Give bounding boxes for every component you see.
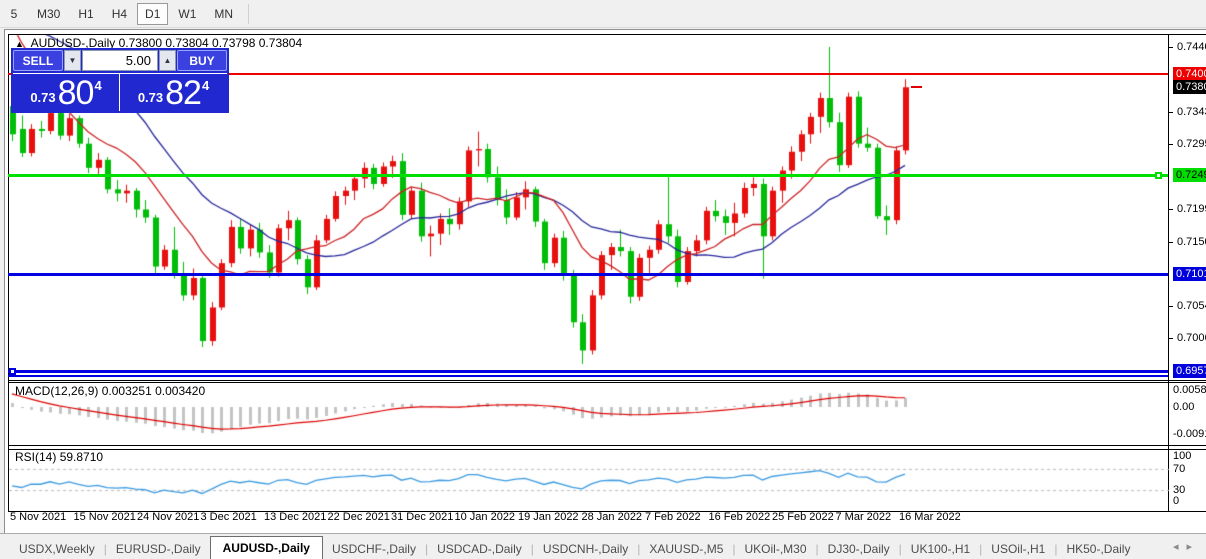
date-label: 10 Jan 2022 xyxy=(455,511,516,523)
indicator-axis-label: 0.00 xyxy=(1173,401,1194,413)
caret-down-icon: ▼ xyxy=(69,56,77,65)
price-tick-mark xyxy=(1169,144,1173,145)
rsi-name: RSI(14) xyxy=(15,450,56,464)
timeframe-button-m30[interactable]: M30 xyxy=(29,3,68,25)
price-tick-mark xyxy=(1169,112,1173,113)
date-label: 24 Nov 2021 xyxy=(137,511,199,523)
price-badge: 0.72491 xyxy=(1173,168,1206,182)
bid-prefix: 0.73 xyxy=(30,90,55,105)
date-label: 19 Jan 2022 xyxy=(518,511,579,523)
tab-scroll-arrows: ◂▸ xyxy=(1173,540,1200,553)
price-badge: 0.69574 xyxy=(1173,364,1206,378)
price-tick-mark xyxy=(1169,338,1173,339)
timeframe-button-d1[interactable]: D1 xyxy=(137,3,168,25)
price-badge: 0.73804 xyxy=(1173,80,1206,94)
timeframe-button-h1[interactable]: H1 xyxy=(70,3,101,25)
timeframe-toolbar: 5M30H1H4D1W1MN xyxy=(0,0,1206,28)
date-label: 13 Dec 2021 xyxy=(264,511,326,523)
price-tick-label: 0.74400 xyxy=(1177,41,1206,53)
chart-tab-eurusddaily[interactable]: EURUSD-,Daily xyxy=(107,539,210,559)
ask-main: 82 xyxy=(165,76,201,110)
price-tick-mark xyxy=(1169,209,1173,210)
level-line-handle[interactable] xyxy=(9,368,16,375)
chart-tab-usoilh1[interactable]: USOil-,H1 xyxy=(982,539,1054,559)
bid-sup: 4 xyxy=(94,78,101,93)
sell-button[interactable]: SELL xyxy=(13,50,63,71)
chart-tab-usdxweekly[interactable]: USDX,Weekly xyxy=(10,539,104,559)
price-tick-label: 0.71500 xyxy=(1177,236,1206,248)
tab-scroll-left-icon[interactable]: ◂ xyxy=(1173,541,1187,553)
date-label: 16 Feb 2022 xyxy=(709,511,771,523)
horizontal-level-line-2[interactable] xyxy=(8,375,1168,377)
date-label: 7 Mar 2022 xyxy=(836,511,892,523)
date-label: 31 Dec 2021 xyxy=(391,511,453,523)
timeframe-button-h4[interactable]: H4 xyxy=(104,3,135,25)
level-line-handle[interactable] xyxy=(1155,172,1162,179)
macd-values: 0.003251 0.003420 xyxy=(102,384,205,398)
chart-tab-ukoilm30[interactable]: UKOil-,M30 xyxy=(736,539,816,559)
price-badge: 0.74002 xyxy=(1173,67,1206,81)
indicator-axis-label: 0.00585 xyxy=(1173,384,1206,396)
indicator-axis-label: 0 xyxy=(1173,495,1179,507)
timeframe-button-mn[interactable]: MN xyxy=(206,3,241,25)
bid-price: 0.73 80 4 xyxy=(13,74,120,111)
horizontal-level-line[interactable] xyxy=(8,370,1168,373)
price-tick-mark xyxy=(1169,242,1173,243)
indicator-axis-label: -0.00918 xyxy=(1173,428,1206,440)
one-click-trade-panel: SELL ▼ 5.00 ▲ BUY 0.73 80 4 0.73 82 4 xyxy=(11,48,229,113)
chart-tab-uk100h1[interactable]: UK100-,H1 xyxy=(902,539,979,559)
chart-tab-usdcaddaily[interactable]: USDCAD-,Daily xyxy=(428,539,531,559)
buy-button[interactable]: BUY xyxy=(177,50,227,71)
volume-decrease-button[interactable]: ▼ xyxy=(64,50,81,71)
last-price-marker xyxy=(911,86,922,88)
price-badge: 0.71013 xyxy=(1173,267,1206,281)
price-tick-label: 0.72950 xyxy=(1177,138,1206,150)
macd-name: MACD(12,26,9) xyxy=(15,384,98,398)
ask-price: 0.73 82 4 xyxy=(120,74,227,111)
tab-scroll-right-icon[interactable]: ▸ xyxy=(1186,541,1200,553)
horizontal-level-line[interactable] xyxy=(8,174,1168,177)
date-label: 22 Dec 2021 xyxy=(328,511,390,523)
date-label: 5 Nov 2021 xyxy=(10,511,66,523)
timeframe-button-5[interactable]: 5 xyxy=(1,3,27,25)
date-label: 7 Feb 2022 xyxy=(645,511,701,523)
price-tick-mark xyxy=(1169,306,1173,307)
chart-tab-bar: USDX,Weekly|EURUSD-,DailyAUDUSD-,DailyUS… xyxy=(0,533,1206,559)
date-label: 16 Mar 2022 xyxy=(899,511,961,523)
price-tick-label: 0.70060 xyxy=(1177,332,1206,344)
caret-up-icon: ▲ xyxy=(164,56,172,65)
volume-increase-button[interactable]: ▲ xyxy=(159,50,176,71)
chart-tab-dj30daily[interactable]: DJ30-,Daily xyxy=(819,539,899,559)
price-tick-label: 0.71990 xyxy=(1177,203,1206,215)
chart-tab-xauusdm5[interactable]: XAUUSD-,M5 xyxy=(640,539,732,559)
date-label: 15 Nov 2021 xyxy=(74,511,136,523)
price-tick-label: 0.70540 xyxy=(1177,300,1206,312)
ask-sup: 4 xyxy=(202,78,209,93)
chart-tab-usdchfdaily[interactable]: USDCHF-,Daily xyxy=(323,539,425,559)
chart-tab-usdcnhdaily[interactable]: USDCNH-,Daily xyxy=(534,539,637,559)
date-label: 25 Feb 2022 xyxy=(772,511,834,523)
date-label: 3 Dec 2021 xyxy=(201,511,257,523)
price-tick-label: 0.73430 xyxy=(1177,106,1206,118)
rsi-values: 59.8710 xyxy=(60,450,103,464)
timeframe-button-w1[interactable]: W1 xyxy=(170,3,204,25)
rsi-label: RSI(14) 59.8710 xyxy=(15,450,103,464)
indicator-axis-label: 70 xyxy=(1173,463,1185,475)
toolbar-separator xyxy=(248,4,249,24)
date-label: 28 Jan 2022 xyxy=(582,511,643,523)
indicator-axis-label: 100 xyxy=(1173,450,1191,462)
ask-prefix: 0.73 xyxy=(138,90,163,105)
macd-label: MACD(12,26,9) 0.003251 0.003420 xyxy=(15,384,205,398)
chart-tab-audusddaily[interactable]: AUDUSD-,Daily xyxy=(210,536,323,559)
price-tick-mark xyxy=(1169,47,1173,48)
bid-main: 80 xyxy=(58,76,94,110)
volume-field[interactable]: 5.00 xyxy=(82,50,158,71)
horizontal-level-line[interactable] xyxy=(8,273,1168,276)
chart-tab-hk50daily[interactable]: HK50-,Daily xyxy=(1057,539,1139,559)
chart-window: ▲ AUDUSD-,Daily 0.73800 0.73804 0.73798 … xyxy=(4,29,1206,559)
